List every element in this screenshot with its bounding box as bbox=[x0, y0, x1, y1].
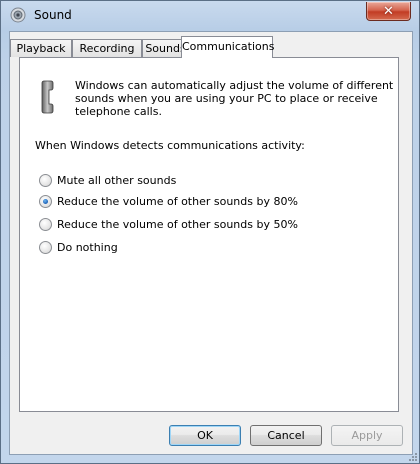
tab-playback[interactable]: Playback bbox=[10, 39, 72, 57]
apply-button[interactable]: Apply bbox=[331, 425, 403, 446]
option-do-nothing[interactable]: Do nothing bbox=[39, 239, 118, 255]
telephone-icon bbox=[41, 80, 54, 114]
resize-grip-icon[interactable] bbox=[407, 451, 417, 461]
close-button[interactable]: ✕ bbox=[366, 2, 411, 21]
option-reduce-80[interactable]: Reduce the volume of other sounds by 80% bbox=[39, 193, 298, 209]
title-bar[interactable]: Sound ✕ bbox=[1, 1, 419, 29]
ok-button[interactable]: OK bbox=[169, 425, 241, 446]
option-mute-all[interactable]: Mute all other sounds bbox=[39, 172, 176, 188]
option-label: Reduce the volume of other sounds by 50% bbox=[57, 217, 298, 231]
cancel-button[interactable]: Cancel bbox=[250, 425, 322, 446]
radio-button[interactable] bbox=[39, 173, 52, 187]
tab-communications[interactable]: Communications bbox=[181, 36, 274, 58]
radio-button[interactable] bbox=[39, 217, 52, 231]
option-reduce-50[interactable]: Reduce the volume of other sounds by 50% bbox=[39, 216, 298, 232]
tab-recording[interactable]: Recording bbox=[72, 39, 142, 57]
option-label: Do nothing bbox=[57, 240, 118, 254]
communications-description: Windows can automatically adjust the vol… bbox=[75, 79, 394, 118]
communications-prompt: When Windows detects communications acti… bbox=[35, 139, 305, 152]
option-label: Mute all other sounds bbox=[57, 173, 177, 187]
close-icon: ✕ bbox=[383, 3, 394, 19]
speaker-icon bbox=[10, 7, 26, 23]
window-title: Sound bbox=[34, 8, 72, 22]
option-label: Reduce the volume of other sounds by 80% bbox=[57, 194, 298, 208]
radio-button-selected[interactable] bbox=[39, 194, 52, 208]
radio-button[interactable] bbox=[39, 240, 52, 254]
